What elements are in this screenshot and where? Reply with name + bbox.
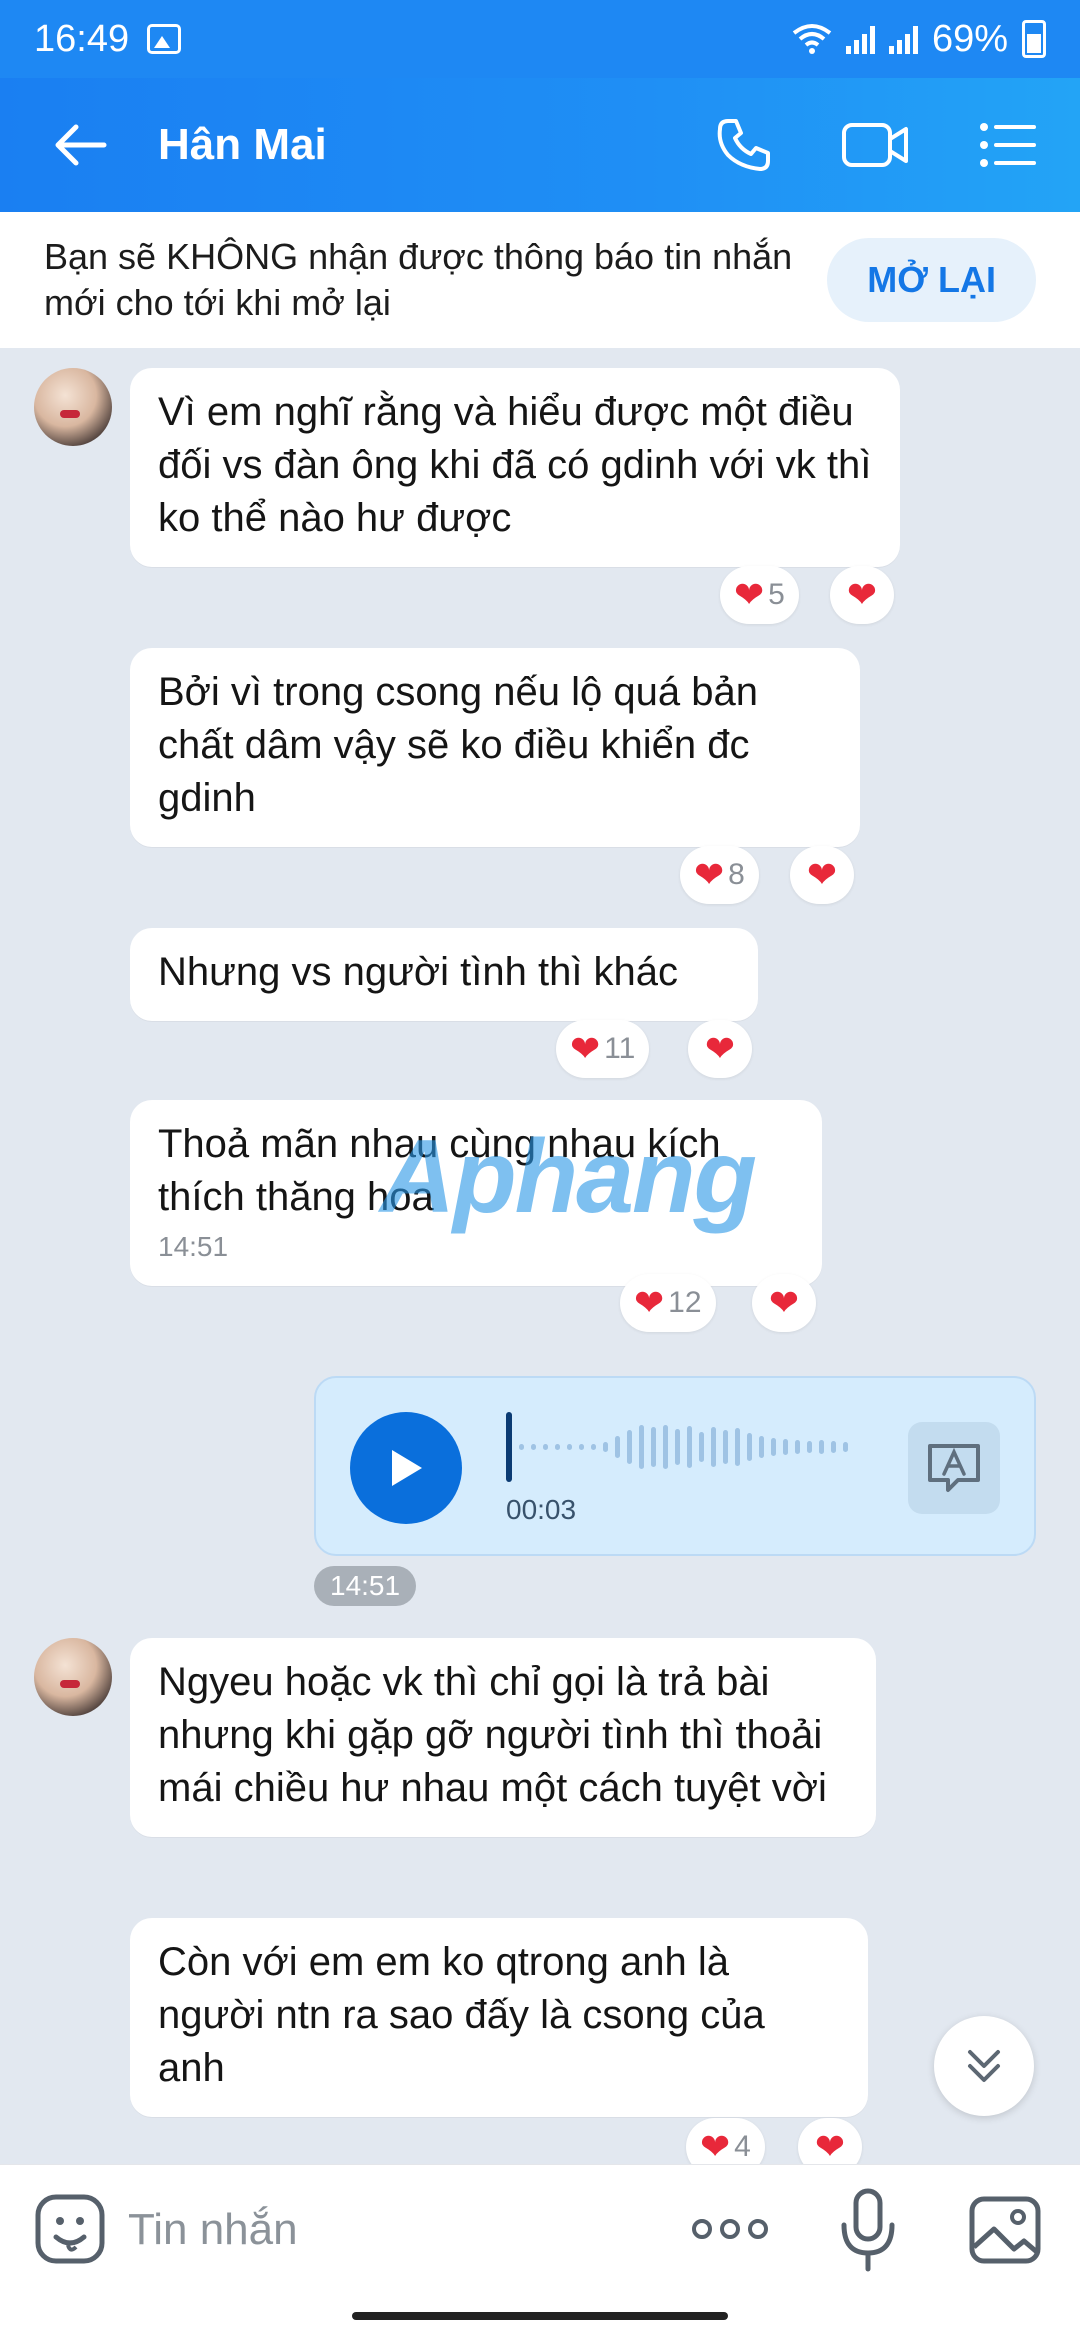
watermark-logo: Aphang (380, 1119, 757, 1235)
chat-header: Hân Mai (0, 78, 1080, 212)
voice-message-time: 14:51 (314, 1566, 417, 1606)
phone-icon (717, 119, 770, 171)
voice-record-button[interactable] (830, 2185, 906, 2275)
reaction-count: 12 (668, 1286, 702, 1319)
heart-icon: ❤ (814, 2126, 846, 2167)
status-bar: 16:49 69% (0, 0, 1080, 78)
react-button[interactable]: ❤ (790, 846, 854, 904)
heart-icon: ❤ (734, 574, 765, 615)
signal-icon-2 (888, 24, 918, 54)
reaction-count: 5 (768, 578, 785, 611)
gallery-button[interactable] (966, 2191, 1046, 2271)
avatar[interactable] (34, 1638, 112, 1716)
message-text: Bởi vì trong csong nếu lộ quá bản chất d… (158, 670, 758, 820)
message-bubble[interactable]: Còn với em em ko qtrong anh là người ntn… (130, 1918, 868, 2117)
wifi-icon (792, 24, 832, 54)
react-button[interactable]: ❤ (752, 1274, 816, 1332)
message-input[interactable] (128, 2195, 648, 2265)
reaction-count: 11 (604, 1032, 636, 1065)
voice-call-button[interactable] (702, 103, 786, 187)
battery-icon (1022, 20, 1046, 58)
message-bubble[interactable]: Ngyeu hoặc vk thì chỉ gọi là trả bài như… (130, 1638, 876, 1837)
message-text: Còn với em em ko qtrong anh là người ntn… (158, 1940, 765, 2090)
options-menu-button[interactable] (966, 103, 1050, 187)
message-text: Ngyeu hoặc vk thì chỉ gọi là trả bài như… (158, 1660, 827, 1810)
play-icon (392, 1450, 422, 1486)
message-bubble[interactable]: Vì em nghĩ rằng và hiểu được một điều đố… (130, 368, 900, 567)
message-text: Nhưng vs người tình thì khác (158, 950, 679, 994)
muted-notice-banner: Bạn sẽ KHÔNG nhận được thông báo tin nhắ… (0, 212, 1080, 348)
heart-icon: ❤ (846, 574, 878, 615)
dot-icon (748, 2219, 768, 2239)
heart-icon: ❤ (634, 1282, 665, 1323)
status-time: 16:49 (34, 17, 130, 60)
smiley-sticker-icon (35, 2194, 105, 2264)
list-menu-icon (980, 123, 1036, 167)
heart-icon: ❤ (768, 1282, 800, 1323)
react-button[interactable]: ❤ (830, 566, 894, 624)
voice-duration: 00:03 (506, 1494, 577, 1525)
message-bubble[interactable]: Nhưng vs người tình thì khác (130, 928, 758, 1021)
reopen-button[interactable]: MỞ LẠI (827, 238, 1036, 322)
play-button[interactable] (350, 1412, 462, 1524)
dot-icon (720, 2219, 740, 2239)
heart-icon: ❤ (700, 2126, 731, 2167)
heart-icon: ❤ (704, 1028, 736, 1069)
signal-icon (845, 24, 875, 54)
react-button[interactable]: ❤ (688, 1020, 752, 1078)
battery-percent: 69% (931, 17, 1008, 60)
avatar[interactable] (34, 368, 112, 446)
heart-icon: ❤ (806, 854, 838, 895)
sticker-button[interactable] (32, 2191, 108, 2267)
message-text: Vì em nghĩ rằng và hiểu được một điều đố… (158, 390, 872, 540)
transcribe-icon (928, 1444, 980, 1492)
reaction-summary[interactable]: ❤ 8 (680, 846, 759, 904)
muted-notice-text: Bạn sẽ KHÔNG nhận được thông báo tin nhắ… (44, 236, 793, 323)
reaction-summary[interactable]: ❤ 11 (556, 1020, 650, 1078)
scroll-to-bottom-button[interactable] (934, 2016, 1034, 2116)
audio-waveform[interactable] (506, 1412, 848, 1482)
reaction-count: 4 (734, 2130, 751, 2163)
reaction-summary[interactable]: ❤ 5 (720, 566, 799, 624)
more-options-button[interactable] (680, 2191, 780, 2267)
microphone-icon (841, 2188, 895, 2272)
arrow-left-icon (55, 124, 107, 166)
back-button[interactable] (30, 95, 130, 195)
video-call-button[interactable] (834, 103, 918, 187)
image-gallery-icon (969, 2196, 1041, 2264)
voice-message[interactable]: 00:03 (314, 1376, 1036, 1556)
contact-name[interactable]: Hân Mai (158, 120, 327, 170)
reaction-summary[interactable]: ❤ 12 (620, 1274, 716, 1332)
image-notification-icon (147, 24, 182, 54)
home-indicator[interactable] (352, 2312, 728, 2320)
dot-icon (692, 2219, 712, 2239)
message-bubble[interactable]: Bởi vì trong csong nếu lộ quá bản chất d… (130, 648, 860, 847)
video-camera-icon (842, 123, 908, 167)
heart-icon: ❤ (570, 1028, 601, 1069)
speech-to-text-button[interactable] (908, 1422, 1000, 1514)
reaction-count: 8 (728, 858, 745, 891)
double-chevron-down-icon (968, 2050, 1000, 2082)
heart-icon: ❤ (694, 854, 725, 895)
